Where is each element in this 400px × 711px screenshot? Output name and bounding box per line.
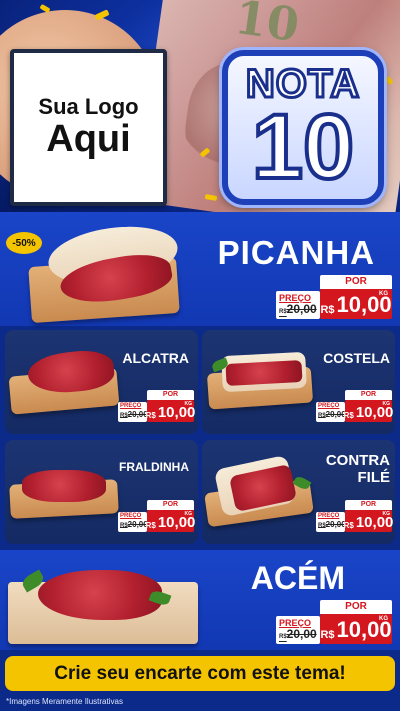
sale-price-box: R$ 10,00 KG [320, 289, 392, 319]
product-name: ALCATRA [122, 350, 189, 366]
old-price-box: PREÇO R$20,00 [276, 291, 320, 319]
header-banner: 10 Sua Logo Aqui NOTA 10 [0, 0, 400, 212]
old-price: R$20,00 [279, 302, 317, 316]
sale-price-box: R$ 10,00 KG [145, 400, 196, 422]
price-tag: POR PREÇO R$20,00 R$ 10,00 KG [316, 390, 394, 422]
price-tag: POR PREÇO R$20,00 R$ 10,00 KG [276, 275, 392, 319]
product-name: FRALDINHA [119, 460, 189, 474]
product-name: COSTELA [323, 350, 390, 366]
por-label: POR [147, 390, 194, 400]
sale-price: 10,00 [336, 292, 392, 317]
logo-placeholder[interactable]: Sua Logo Aqui [10, 49, 167, 206]
price-tag: POR PREÇO R$20,00 R$ 10,00 KG [316, 500, 394, 532]
price-tag: POR PREÇO R$20,00 R$ 10,00 KG [118, 500, 196, 532]
price-tag: POR PREÇO R$20,00 R$ 10,00 KG [118, 390, 196, 422]
cta-banner[interactable]: Crie seu encarte com este tema! [5, 656, 395, 691]
unit: KG [379, 291, 388, 297]
old-price-box: PREÇO R$20,00 [118, 402, 148, 422]
logo-text-line1: Sua Logo [38, 94, 139, 120]
product-name: PICANHA [217, 234, 375, 271]
fraldinha-image [22, 470, 106, 502]
price-tag: POR PREÇO R$20,00 R$ 10,00 KG [276, 600, 392, 644]
disclaimer-text: *Imagens Meramente Ilustrativas [6, 697, 123, 706]
nota-10-badge: NOTA 10 [222, 50, 384, 205]
por-label: POR [320, 275, 392, 289]
logo-text-line2: Aqui [46, 117, 131, 160]
banknote-number: 10 [231, 0, 303, 53]
meat-piece [225, 360, 303, 386]
currency: R$ [320, 304, 335, 316]
nota-number: 10 [250, 95, 356, 198]
product-name: ACÉM [250, 560, 345, 596]
confetti-piece [39, 3, 51, 14]
product-name: CONTRA FILÉ [325, 452, 390, 486]
discount-badge: -50% [6, 232, 42, 254]
acem-image [38, 570, 162, 620]
